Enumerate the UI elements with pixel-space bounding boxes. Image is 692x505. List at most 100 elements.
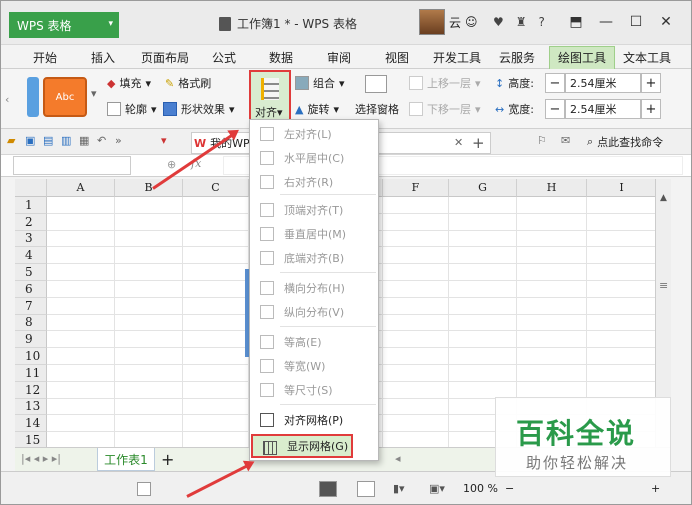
row-header[interactable]: 11	[15, 365, 47, 382]
minimize-icon[interactable]: —	[591, 11, 621, 33]
name-box[interactable]	[13, 156, 131, 175]
close-tab-icon[interactable]: ✕	[454, 136, 463, 149]
sheet-tab-1[interactable]: 工作表1	[97, 448, 155, 471]
align-menu-item[interactable]: 等宽(W)	[250, 354, 378, 378]
group-button[interactable]: 组合 ▾	[295, 75, 345, 91]
tab-view[interactable]: 视图	[385, 49, 409, 66]
row-header[interactable]: 6	[15, 281, 47, 298]
tab-text-tools[interactable]: 文本工具	[623, 49, 671, 66]
share-icon[interactable]: ⚐	[537, 134, 547, 147]
page-break-view-icon[interactable]	[357, 481, 375, 497]
customize-icon[interactable]: ▾	[161, 134, 167, 147]
send-backward-button[interactable]: 下移一层 ▾	[409, 101, 481, 117]
align-menu-item[interactable]: 左对齐(L)	[250, 122, 378, 146]
column-header[interactable]: B	[115, 179, 183, 197]
shirt-icon[interactable]: ♜	[516, 15, 527, 29]
column-header[interactable]: I	[587, 179, 657, 197]
new-tab-button[interactable]: +	[472, 134, 485, 152]
align-menu-item[interactable]: 水平居中(C)	[250, 146, 378, 170]
help-icon[interactable]: ?	[539, 15, 545, 29]
more-icon[interactable]: »	[115, 134, 122, 147]
zoom-level[interactable]: 100 %	[463, 482, 498, 495]
user-account[interactable]: 云 ☺	[419, 9, 478, 35]
align-menu-item[interactable]: 纵向分布(V)	[250, 300, 378, 324]
tab-page-layout[interactable]: 页面布局	[141, 49, 189, 66]
hscroll-left-icon[interactable]: ◂	[395, 452, 401, 465]
align-menu-item[interactable]: 显示网格(G)	[251, 434, 353, 458]
macro-icon[interactable]	[137, 482, 151, 496]
eye-protect-icon[interactable]: ▣▾	[429, 482, 445, 495]
bring-forward-button[interactable]: 上移一层 ▾	[409, 75, 481, 91]
zoom-formula-icon[interactable]: ⊕	[167, 158, 176, 171]
align-button[interactable]: 对齐▾	[249, 70, 291, 123]
width-decrease-button[interactable]: −	[545, 99, 565, 119]
row-header[interactable]: 9	[15, 331, 47, 349]
align-menu-item[interactable]: 顶端对齐(T)	[250, 198, 378, 222]
row-header[interactable]: 13	[15, 398, 47, 416]
height-decrease-button[interactable]: −	[545, 73, 565, 93]
row-header[interactable]: 7	[15, 297, 47, 315]
style-more-icon[interactable]: ▾	[91, 87, 97, 100]
tab-insert[interactable]: 插入	[91, 49, 115, 66]
row-header[interactable]: 3	[15, 230, 47, 248]
row-header[interactable]: 14	[15, 415, 47, 433]
row-header[interactable]: 10	[15, 348, 47, 365]
open-icon[interactable]: ▰	[7, 134, 15, 147]
align-menu-item[interactable]: 垂直居中(M)	[250, 222, 378, 246]
height-increase-button[interactable]: +	[641, 73, 661, 93]
shape-style-sample[interactable]: Abc	[43, 77, 87, 117]
selection-pane-button[interactable]: 选择窗格	[355, 101, 399, 117]
tab-cloud[interactable]: 云服务	[499, 49, 535, 66]
column-header[interactable]: H	[517, 179, 587, 197]
skin-icon[interactable]: ♥	[493, 15, 504, 29]
normal-view-icon[interactable]	[319, 481, 337, 497]
row-header[interactable]: 2	[15, 213, 47, 231]
format-icon[interactable]: ▦	[79, 134, 89, 147]
scroll-left-icon[interactable]: ‹	[5, 93, 9, 106]
maximize-icon[interactable]: ☐	[621, 11, 651, 33]
undo-icon[interactable]: ↶	[97, 134, 106, 147]
sheet-nav-icons[interactable]: |◂ ◂ ▸ ▸|	[21, 452, 61, 465]
align-menu-item[interactable]: 等高(E)	[250, 330, 378, 354]
format-brush-button[interactable]: ✎ 格式刷	[165, 75, 211, 91]
preview-icon[interactable]: ▥	[61, 134, 71, 147]
row-header[interactable]: 4	[15, 247, 47, 265]
restore-ribbon-icon[interactable]: ⬒	[561, 11, 591, 33]
fill-button[interactable]: ◆ 填充 ▾	[107, 75, 151, 91]
close-icon[interactable]: ✕	[651, 11, 681, 33]
tab-drawing-tools[interactable]: 绘图工具	[549, 46, 616, 69]
zoom-in-button[interactable]: +	[651, 482, 660, 495]
shape-style-prev[interactable]	[27, 77, 39, 117]
save-icon[interactable]: ▣	[25, 134, 35, 147]
command-search[interactable]: ⌕ 点此查找命令	[587, 134, 663, 150]
row-header[interactable]: 8	[15, 314, 47, 332]
width-field[interactable]: 2.54厘米	[565, 99, 641, 119]
tab-review[interactable]: 审阅	[327, 49, 351, 66]
print-icon[interactable]: ▤	[43, 134, 53, 147]
reading-mode-icon[interactable]: ▮▾	[393, 482, 405, 495]
zoom-out-button[interactable]: −	[505, 482, 514, 495]
column-header[interactable]: G	[449, 179, 517, 197]
align-menu-item[interactable]: 等尺寸(S)	[250, 378, 378, 402]
align-menu-item[interactable]: 对齐网格(P)	[250, 408, 378, 432]
row-header[interactable]: 1	[15, 197, 47, 214]
scroll-up-icon[interactable]: ▲	[660, 193, 667, 203]
align-menu-item[interactable]: 横向分布(H)	[250, 276, 378, 300]
tab-formulas[interactable]: 公式	[212, 49, 236, 66]
shape-effects-button[interactable]: 形状效果 ▾	[163, 101, 235, 117]
align-menu-item[interactable]: 底端对齐(B)	[250, 246, 378, 270]
add-sheet-button[interactable]: +	[161, 450, 174, 469]
tab-data[interactable]: 数据	[269, 49, 293, 66]
outline-button[interactable]: 轮廓 ▾	[107, 101, 157, 117]
height-field[interactable]: 2.54厘米	[565, 73, 641, 93]
select-all-corner[interactable]	[15, 179, 47, 197]
row-header[interactable]: 12	[15, 381, 47, 399]
app-menu-button[interactable]: WPS 表格 ▾	[9, 12, 119, 38]
column-header[interactable]: C	[183, 179, 249, 197]
column-header[interactable]: F	[383, 179, 449, 197]
align-menu-item[interactable]: 右对齐(R)	[250, 170, 378, 194]
rotate-button[interactable]: ▲ 旋转 ▾	[295, 101, 339, 117]
tab-home[interactable]: 开始	[33, 49, 57, 66]
row-header[interactable]: 5	[15, 264, 47, 281]
tab-developer[interactable]: 开发工具	[433, 49, 481, 66]
